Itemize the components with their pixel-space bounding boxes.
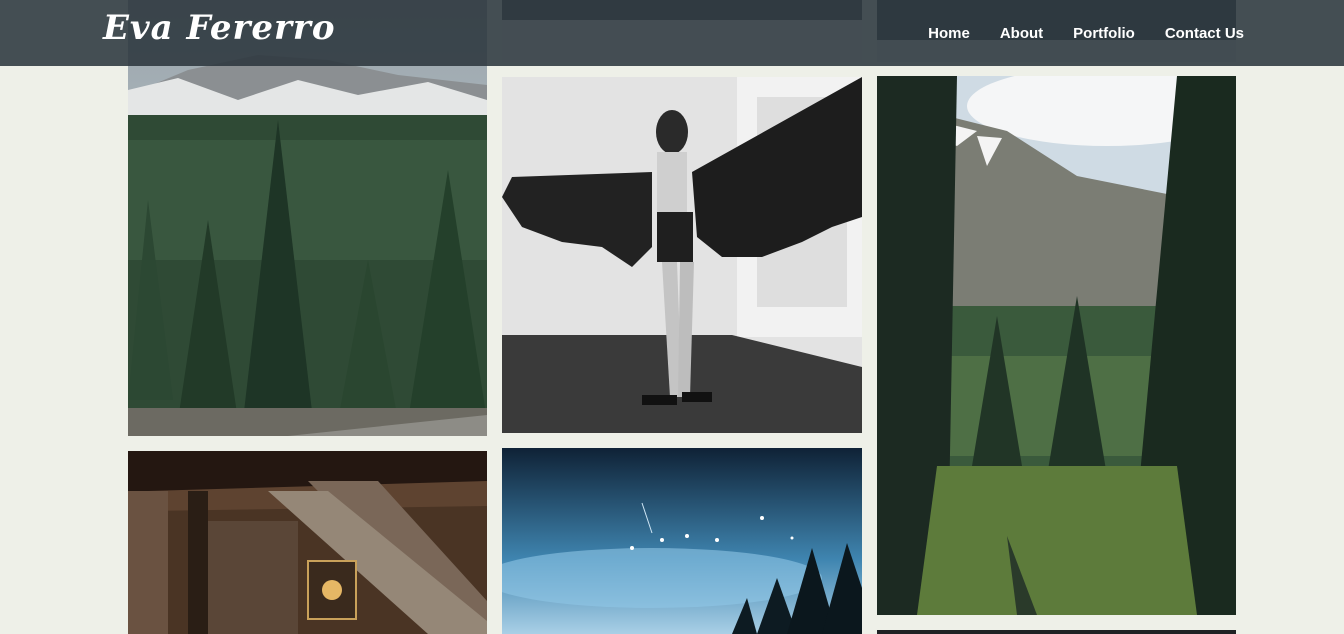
main-nav: Home About Portfolio Contact Us	[898, 0, 1244, 66]
site-header: Eva Fererro Home About Portfolio Contact…	[0, 0, 1344, 66]
gallery-image-partial[interactable]	[877, 630, 1236, 634]
gallery-image-log-cabin[interactable]	[128, 451, 487, 634]
site-logo[interactable]: Eva Fererro	[103, 8, 336, 48]
gallery-image-mountain-valley[interactable]	[877, 76, 1236, 615]
nav-item-contact-us[interactable]: Contact Us	[1165, 25, 1244, 42]
gallery-image-angel-wings[interactable]	[502, 77, 862, 433]
nav-item-home[interactable]: Home	[928, 25, 970, 42]
nav-item-about[interactable]: About	[1000, 25, 1043, 42]
nav-item-portfolio[interactable]: Portfolio	[1073, 25, 1135, 42]
gallery-image-starry-sky[interactable]	[502, 448, 862, 634]
